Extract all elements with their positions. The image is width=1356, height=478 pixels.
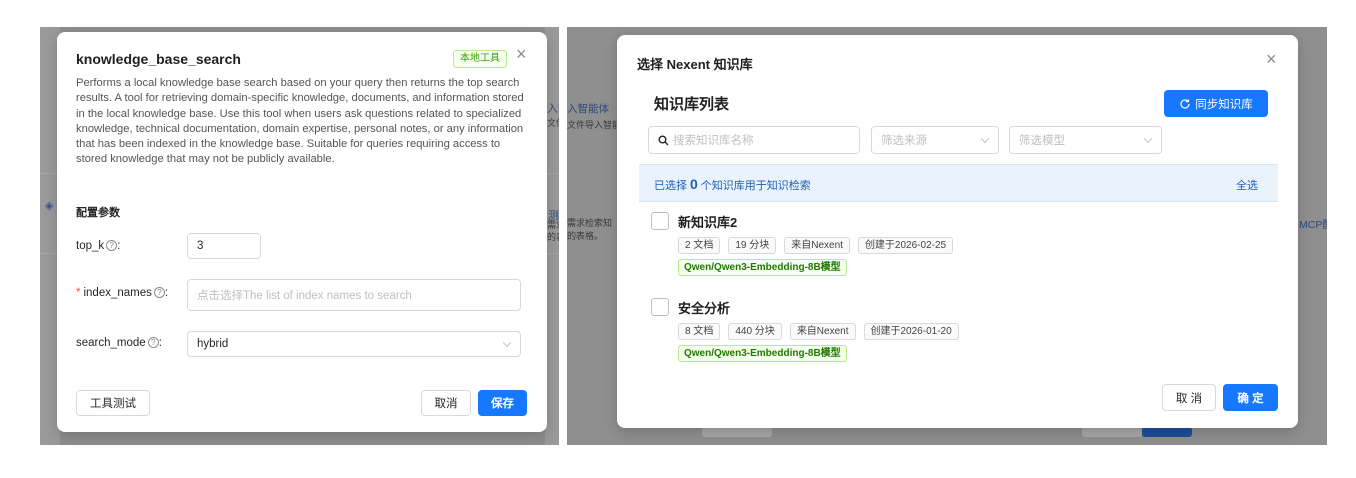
source-filter-select[interactable]: 筛选来源 [871,126,999,154]
bg-text: 入智能体 [547,103,559,115]
chevron-down-icon [1143,134,1153,144]
bg-text: 的表格。 [547,232,559,242]
search-mode-select[interactable]: hybrid [187,331,521,357]
cancel-button[interactable]: 取消 [421,390,471,416]
local-tool-badge: 本地工具 [453,50,507,68]
kb-list-heading: 知识库列表 [654,96,730,113]
selected-count: 0 [690,176,698,192]
close-icon[interactable]: × [1266,49,1277,69]
save-button[interactable]: 保存 [478,390,527,416]
dialog-title: knowledge_base_search [76,51,241,67]
confirm-button[interactable]: 确 定 [1223,384,1278,411]
kb-search-placeholder: 搜索知识库名称 [673,135,754,147]
bg-button [1082,427,1142,437]
search-icon [658,135,669,145]
source-filter-placeholder: 筛选来源 [881,135,927,147]
top-k-input[interactable]: 3 [187,233,261,259]
source-tag: 来自Nexent [789,323,856,340]
kb-item-checkbox[interactable] [651,298,669,316]
bg-text: 入智能体 [567,103,609,115]
source-tag: 来自Nexent [784,237,850,254]
chunk-count-tag: 19 分块 [728,237,777,254]
close-icon[interactable]: × [516,44,527,64]
bg-button [702,427,772,437]
kb-item-checkbox[interactable] [651,212,669,230]
sync-kb-button-label: 同步知识库 [1195,98,1253,111]
model-filter-placeholder: 筛选模型 [1019,135,1065,147]
model-tag: Qwen/Qwen3-Embedding-8B模型 [678,345,847,362]
selection-summary-bar: 已选择 0 个知识库用于知识检索 全选 [639,164,1278,202]
bg-text: 需求检索知 [567,218,613,228]
index-names-select[interactable]: 点击选择The list of index names to search [187,279,521,311]
selection-summary: 已选择 0 个知识库用于知识检索 [654,176,811,193]
kb-item-tags: 2 文档 19 分块 来自Nexent 创建于2026-02-25 [678,237,954,254]
kb-item-tags: 8 文档 440 分块 来自Nexent 创建于2026-01-20 [678,323,959,340]
required-mark: * [76,287,81,299]
bg-text: 文件导入智能 [567,120,622,130]
kb-list-item[interactable]: 安全分析 8 文档 440 分块 来自Nexent 创建于2026-01-20 … [651,298,1271,368]
bg-text: 的表格。 [567,231,604,241]
doc-count-tag: 8 文档 [678,323,721,340]
bg-text: 文件导入智能 [547,118,559,128]
bg-text: MCP配 [1299,219,1327,231]
kb-list-item[interactable]: 新知识库2 2 文档 19 分块 来自Nexent 创建于2026-02-25 … [651,212,1271,282]
selection-prefix: 已选择 [654,180,687,192]
dialog-title: 选择 Nexent 知识库 [637,57,753,72]
kb-select-dialog: 选择 Nexent 知识库 × 知识库列表 同步知识库 搜索知识库名称 筛选来源… [617,35,1298,428]
label-colon: : [117,240,121,252]
index-names-label-text: index_names [83,287,152,299]
top-k-label-text: top_k [76,240,105,252]
sync-kb-button[interactable]: 同步知识库 [1164,90,1268,117]
top-k-label: top_k?: [76,240,120,252]
tool-test-button[interactable]: 工具测试 [76,390,150,416]
kb-item-name: 新知识库2 [678,215,738,230]
cancel-button[interactable]: 取 消 [1162,384,1216,411]
label-colon: : [158,337,162,349]
chunk-count-tag: 440 分块 [728,323,782,340]
search-mode-label-text: search_mode [76,337,146,349]
doc-count-tag: 2 文档 [678,237,721,254]
label-colon: : [164,287,169,299]
chevron-down-icon [980,134,990,144]
index-names-label: * index_names?: [76,287,168,299]
sync-icon [1180,98,1190,109]
bg-button [1142,427,1192,437]
select-all-link[interactable]: 全选 [1236,177,1258,193]
search-mode-label: search_mode?: [76,337,162,349]
tool-description: Performs a local knowledge base search b… [76,77,524,166]
kb-item-name: 安全分析 [678,301,731,316]
selection-suffix: 个知识库用于知识检索 [700,180,811,192]
bg-network-icon: ◈ [45,200,54,212]
tool-config-dialog: knowledge_base_search 本地工具 × Performs a … [57,32,547,432]
question-circle-icon[interactable]: ? [153,287,165,298]
created-date-tag: 创建于2026-01-20 [863,323,959,340]
question-circle-icon[interactable]: ? [147,337,159,348]
question-circle-icon[interactable]: ? [106,240,118,251]
model-tag: Qwen/Qwen3-Embedding-8B模型 [678,259,847,276]
kb-search-input[interactable]: 搜索知识库名称 [648,126,860,154]
search-mode-value: hybrid [197,338,229,350]
model-filter-select[interactable]: 筛选模型 [1009,126,1162,154]
section-title: 配置参数 [76,207,120,219]
chevron-down-icon [502,338,512,348]
created-date-tag: 创建于2026-02-25 [857,237,954,254]
